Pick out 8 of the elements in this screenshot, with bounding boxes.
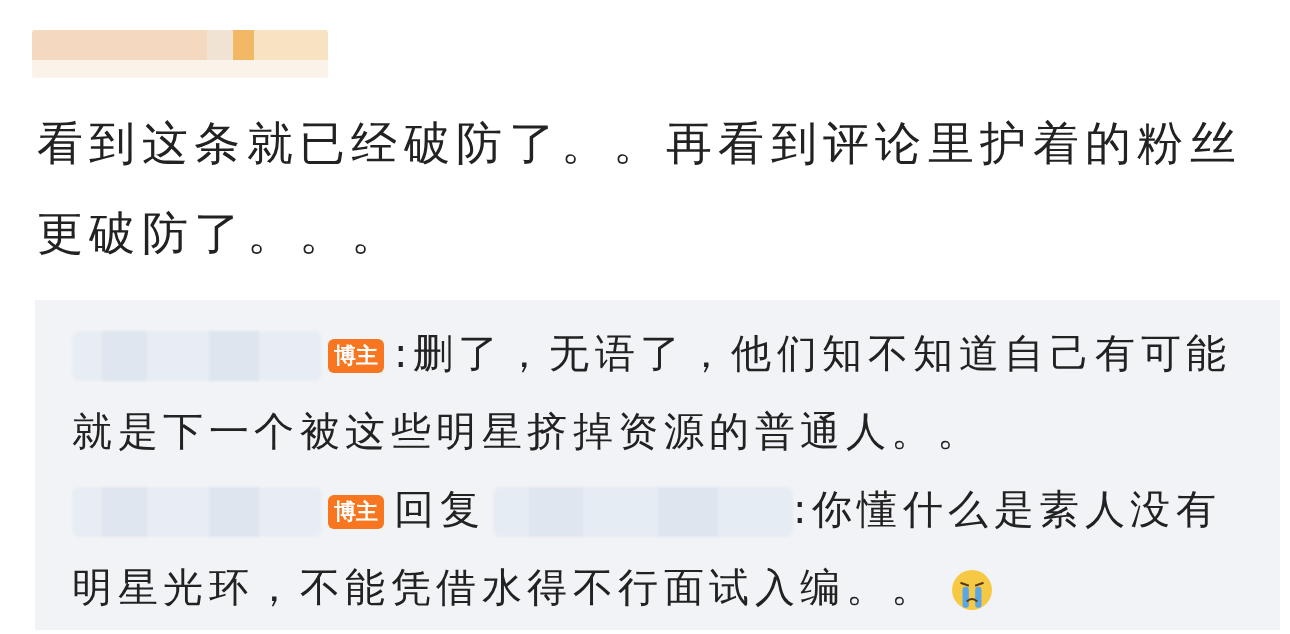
comment-text: :你懂什么是素人没有: [793, 486, 1222, 532]
comment-text: 就是下一个被这些明星挤掉资源的普通人。。: [72, 408, 982, 454]
post-text: 看到这条就已经破防了。。再看到评论里护着的粉丝更破防了。。。: [37, 115, 1244, 262]
reply-label: 回复: [394, 486, 485, 532]
blogger-badge: 博主: [328, 339, 384, 373]
blogger-badge: 博主: [328, 495, 384, 529]
comment-text: :删了，无语了，他们知不知道自己有可能: [394, 330, 1232, 376]
comment-text: 明星光环，不能凭借水得不行面试入编。。: [72, 564, 937, 610]
